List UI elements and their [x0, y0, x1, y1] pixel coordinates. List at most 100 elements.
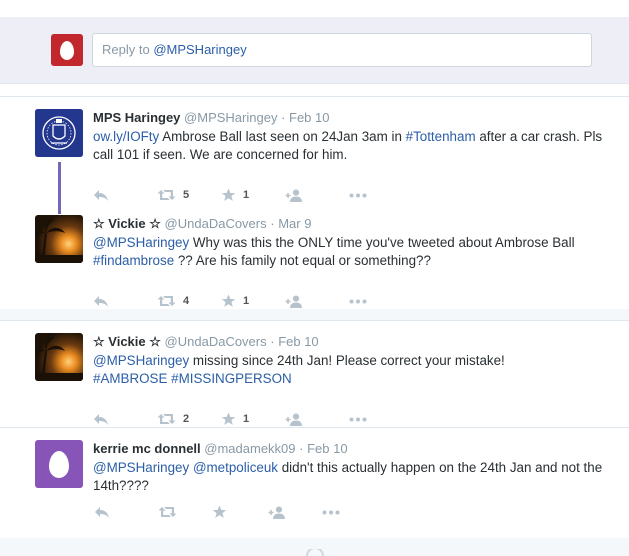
reply-bar: Reply to @MPSHaringey — [0, 17, 629, 84]
separator: · — [266, 216, 279, 231]
favorite-count: 1 — [243, 413, 250, 425]
tweet-header: MPS Haringey @MPSHaringey · Feb 10 — [93, 109, 613, 126]
follow-button[interactable] — [285, 189, 349, 202]
text-segment: missing since 24th Jan! Please correct y… — [189, 353, 505, 368]
avatar[interactable] — [35, 215, 83, 263]
tweet-actions — [94, 504, 386, 520]
tweet-text: @MPSHaringey missing since 24th Jan! Ple… — [93, 352, 613, 388]
hashtag[interactable]: #findambrose — [93, 253, 174, 268]
display-name[interactable]: ☆ Vickie ☆ — [93, 216, 161, 231]
mention[interactable]: @metpoliceuk — [193, 460, 278, 475]
reply-button[interactable] — [94, 506, 158, 519]
reply-placeholder-handle: @MPSHaringey — [153, 42, 247, 57]
egg-icon — [49, 450, 69, 478]
reply-button[interactable] — [93, 189, 157, 202]
star-glyph: ☆ — [93, 334, 105, 349]
tweet-text: ow.ly/IOFty Ambrose Ball last seen on 24… — [93, 128, 613, 164]
star-icon — [221, 412, 236, 425]
handle[interactable]: @UndaDaCovers — [165, 334, 267, 349]
text-segment: Ambrose Ball last seen on 24Jan 3am in — [159, 129, 406, 144]
favorite-button[interactable]: 1 — [221, 294, 285, 308]
more-icon — [322, 510, 340, 514]
star-icon — [212, 505, 227, 518]
tweet-header: ☆ Vickie ☆ @UndaDaCovers · Mar 9 — [93, 215, 613, 232]
reply-icon — [94, 413, 108, 425]
tweet-header: ☆ Vickie ☆ @UndaDaCovers · Feb 10 — [93, 333, 613, 350]
favorite-button[interactable]: 1 — [221, 412, 285, 426]
conversation-card: kerrie mc donnell @madamekk09 · Feb 10 @… — [0, 427, 629, 539]
thread-line — [58, 162, 61, 214]
star-glyph: ☆ — [149, 216, 161, 231]
more-button[interactable] — [349, 299, 413, 304]
handle[interactable]: @MPSHaringey — [184, 110, 277, 125]
reply-button[interactable] — [93, 295, 157, 308]
more-button[interactable] — [349, 417, 413, 422]
favorite-count: 1 — [243, 189, 250, 201]
police-crest-icon — [35, 109, 83, 157]
retweet-button[interactable]: 2 — [157, 413, 221, 425]
palm-tree-sunset-icon — [35, 219, 83, 263]
avatar[interactable] — [35, 333, 83, 381]
handle[interactable]: @madamekk09 — [204, 441, 295, 456]
more-button[interactable] — [349, 193, 413, 198]
more-icon — [349, 299, 367, 303]
tweet-actions: 4 1 — [93, 293, 413, 309]
separator: · — [277, 110, 290, 125]
favorite-button[interactable] — [212, 505, 268, 519]
loading-spinner-icon — [306, 549, 324, 556]
reply-avatar — [51, 34, 83, 66]
hashtag[interactable]: #Tottenham — [406, 129, 476, 144]
retweet-count: 2 — [183, 413, 190, 425]
reply-icon — [94, 295, 108, 307]
name-text: Vickie — [108, 216, 146, 231]
reply-icon — [94, 189, 108, 201]
follow-button[interactable] — [268, 506, 322, 519]
text-segment: ?? Are his family not equal or something… — [174, 253, 431, 268]
follow-button[interactable] — [285, 295, 349, 308]
avatar[interactable] — [35, 440, 83, 488]
conversation-card: MPS Haringey @MPSHaringey · Feb 10 ow.ly… — [0, 96, 629, 310]
separator: · — [295, 441, 308, 456]
hashtag[interactable]: #MISSINGPERSON — [171, 371, 292, 386]
tweet-text: @MPSHaringey @metpoliceuk didn't this ac… — [93, 459, 613, 495]
add-user-icon — [268, 506, 285, 519]
retweet-button[interactable] — [158, 506, 212, 518]
favorite-count: 1 — [243, 295, 250, 307]
timestamp[interactable]: Feb 10 — [289, 110, 329, 125]
tweet-text: @MPSHaringey Why was this the ONLY time … — [93, 234, 613, 270]
mention[interactable]: @MPSHaringey — [93, 460, 189, 475]
timestamp[interactable]: Feb 10 — [307, 441, 347, 456]
add-user-icon — [285, 413, 302, 426]
tweet-actions: 5 1 — [93, 187, 413, 203]
retweet-button[interactable]: 5 — [157, 189, 221, 201]
star-glyph: ☆ — [93, 216, 105, 231]
display-name[interactable]: kerrie mc donnell — [93, 441, 201, 456]
display-name[interactable]: ☆ Vickie ☆ — [93, 334, 161, 349]
mention[interactable]: @MPSHaringey — [93, 235, 189, 250]
star-icon — [221, 188, 236, 201]
egg-icon — [60, 40, 74, 60]
timestamp[interactable]: Feb 10 — [278, 334, 318, 349]
reply-input[interactable]: Reply to @MPSHaringey — [92, 33, 592, 67]
timestamp[interactable]: Mar 9 — [278, 216, 311, 231]
add-user-icon — [285, 189, 302, 202]
retweet-icon — [157, 414, 176, 424]
favorite-button[interactable]: 1 — [221, 188, 285, 202]
more-button[interactable] — [322, 510, 386, 515]
mention[interactable]: @MPSHaringey — [93, 353, 189, 368]
retweet-button[interactable]: 4 — [157, 295, 221, 307]
display-name[interactable]: MPS Haringey — [93, 110, 180, 125]
star-icon — [221, 294, 236, 307]
name-text: Vickie — [108, 334, 146, 349]
star-glyph: ☆ — [149, 334, 161, 349]
link[interactable]: ow.ly/IOFty — [93, 129, 159, 144]
hashtag[interactable]: #AMBROSE — [93, 371, 167, 386]
tweet-header: kerrie mc donnell @madamekk09 · Feb 10 — [93, 440, 613, 457]
follow-button[interactable] — [285, 413, 349, 426]
reply-placeholder-prefix: Reply to — [102, 42, 154, 57]
handle[interactable]: @UndaDaCovers — [165, 216, 267, 231]
retweet-icon — [157, 190, 176, 200]
reply-button[interactable] — [93, 413, 157, 426]
reply-icon — [95, 506, 109, 518]
avatar[interactable] — [35, 109, 83, 157]
